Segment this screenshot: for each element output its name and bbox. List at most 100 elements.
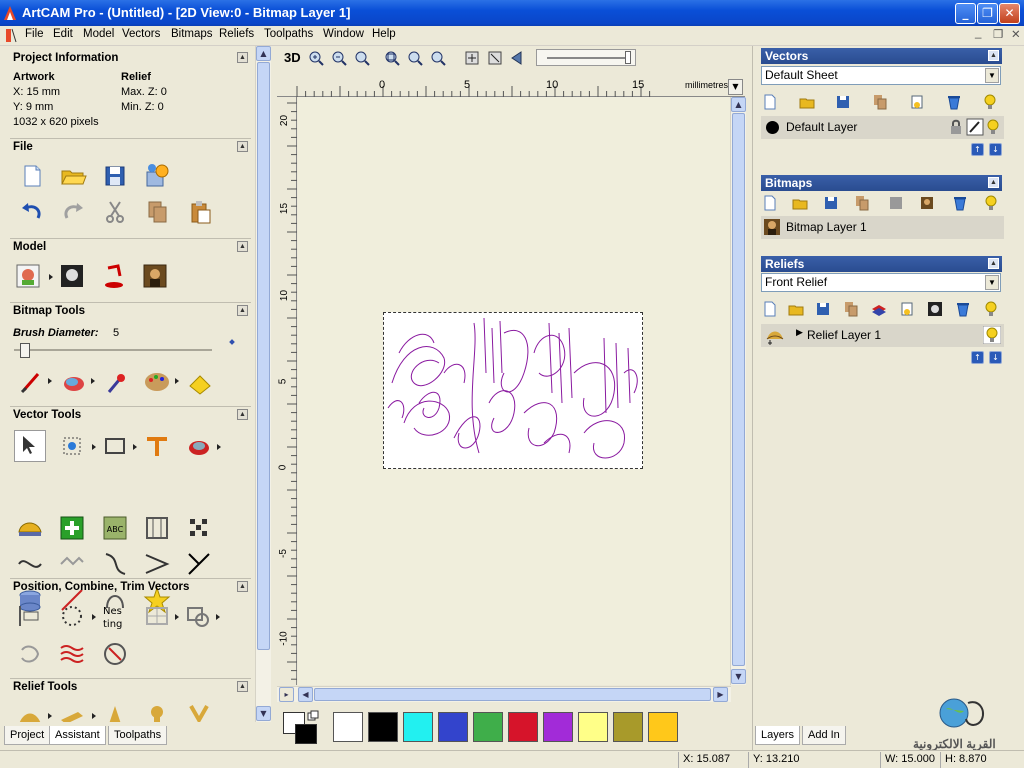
scroll-down-icon[interactable]: ▼	[256, 706, 271, 721]
document-icon[interactable]	[4, 28, 18, 43]
bitmap-tools-header[interactable]: Bitmap Tools ▲	[10, 302, 251, 319]
bitmap-fade-slider[interactable]	[536, 49, 636, 66]
layer-properties-icon[interactable]	[908, 93, 926, 111]
menu-bitmaps[interactable]: Bitmaps	[171, 28, 213, 40]
left-panel-scrollbar[interactable]: ▲ ▼	[255, 46, 271, 722]
scroll-thumb[interactable]	[314, 688, 711, 701]
relief-properties-icon[interactable]	[898, 300, 916, 318]
collapse-icon[interactable]: ▲	[237, 681, 248, 692]
flyout-arrow-icon[interactable]	[175, 614, 179, 620]
bitmap-grey-icon[interactable]	[58, 262, 86, 290]
delete-relief-icon[interactable]	[954, 300, 972, 318]
collapse-icon[interactable]: ▲	[237, 141, 248, 152]
scroll-up-icon[interactable]: ▲	[731, 97, 746, 112]
secondary-color-swatch[interactable]	[295, 724, 317, 744]
flyout-arrow-icon[interactable]	[48, 713, 52, 719]
new-file-icon[interactable]	[18, 162, 46, 190]
grid-vector-icon[interactable]	[143, 514, 171, 542]
scroll-left-icon[interactable]: ◀	[298, 687, 313, 702]
chevron-down-icon[interactable]: ▼	[985, 275, 999, 290]
palette-swatch[interactable]	[333, 712, 363, 742]
relief-layers-icon[interactable]	[870, 300, 888, 318]
visibility-bulb-icon[interactable]	[983, 326, 1001, 344]
lightbulb-icon[interactable]	[981, 93, 999, 111]
relief-tools-header[interactable]: Relief Tools ▲	[10, 678, 251, 695]
move-relief-up-icon[interactable]: ↑	[971, 351, 984, 364]
weld-icon[interactable]	[143, 602, 171, 630]
flyout-arrow-icon[interactable]	[49, 274, 53, 280]
palette-swatch[interactable]	[508, 712, 538, 742]
paint-brush-icon[interactable]	[18, 368, 46, 396]
bezier-icon[interactable]	[101, 550, 129, 578]
text-icon[interactable]	[143, 432, 171, 460]
open-bitmap-icon[interactable]	[791, 194, 809, 212]
vector-layer-row[interactable]: Default Layer	[761, 116, 1004, 139]
new-relief-icon[interactable]	[761, 300, 779, 318]
fade-slider-thumb[interactable]	[625, 51, 631, 64]
menu-edit[interactable]: Edit	[53, 28, 73, 40]
lock-icon[interactable]	[947, 118, 965, 136]
flyout-arrow-icon[interactable]	[217, 444, 221, 450]
zoom-extents-icon[interactable]	[383, 49, 401, 67]
flyout-arrow-icon[interactable]	[48, 378, 52, 384]
file-section-header[interactable]: File ▲	[10, 138, 251, 155]
scroll-thumb[interactable]	[732, 113, 745, 666]
extrude-relief-icon[interactable]	[58, 702, 86, 722]
vector-edit-icon[interactable]	[185, 432, 213, 460]
collapse-icon[interactable]: ▲	[988, 258, 999, 269]
palette-swatch[interactable]	[578, 712, 608, 742]
palette-swatch[interactable]	[648, 712, 678, 742]
texture-vector-icon[interactable]	[58, 640, 86, 668]
lightbulb-icon[interactable]	[982, 300, 1000, 318]
join-icon[interactable]	[143, 550, 171, 578]
redo-icon[interactable]	[59, 198, 87, 226]
new-layer-icon[interactable]	[761, 93, 779, 111]
project-wizard-icon[interactable]	[143, 162, 171, 190]
move-layer-up-icon[interactable]: ↑	[971, 143, 984, 156]
cut-icon[interactable]	[101, 198, 129, 226]
ruler-unit-dropdown-icon[interactable]: ▼	[728, 79, 743, 95]
grey-bitmap-icon[interactable]	[887, 194, 905, 212]
paste-icon[interactable]	[186, 198, 214, 226]
scroll-down-icon[interactable]: ▼	[731, 669, 746, 684]
relief-layer-row[interactable]: ▶ Relief Layer 1	[761, 324, 1004, 347]
palette-swatch[interactable]	[613, 712, 643, 742]
collapse-icon[interactable]: ▲	[237, 305, 248, 316]
visibility-bulb-icon[interactable]	[984, 118, 1002, 136]
add-node-icon[interactable]	[58, 514, 86, 542]
flyout-arrow-icon[interactable]	[133, 444, 137, 450]
bitmap-properties-icon[interactable]	[918, 194, 936, 212]
combine-icon[interactable]	[184, 602, 212, 630]
move-layer-down-icon[interactable]: ↓	[989, 143, 1002, 156]
rectangle-icon[interactable]	[101, 432, 129, 460]
save-relief-icon[interactable]	[814, 300, 832, 318]
vector-tools-header[interactable]: Vector Tools ▲	[10, 406, 251, 423]
copy-icon[interactable]	[143, 198, 171, 226]
flood-fill-icon[interactable]	[60, 368, 88, 396]
maximize-button[interactable]: ❐	[977, 3, 998, 24]
mdi-minimize-button[interactable]: _	[975, 27, 981, 39]
flyout-arrow-icon[interactable]	[92, 713, 96, 719]
trim-icon[interactable]	[185, 550, 213, 578]
smooth-vector-icon[interactable]	[16, 550, 44, 578]
palette-swatch[interactable]	[473, 712, 503, 742]
collapse-icon[interactable]: ▲	[237, 52, 248, 63]
mdi-restore-button[interactable]: ❐	[993, 27, 1003, 41]
layer-color-icon[interactable]	[766, 121, 779, 134]
link-icon[interactable]	[16, 640, 44, 668]
abc-text-icon[interactable]: ABC	[101, 514, 129, 542]
relief-shape-icon[interactable]	[16, 702, 44, 722]
model-section-header[interactable]: Model ▲	[10, 238, 251, 255]
open-layer-icon[interactable]	[798, 93, 816, 111]
menu-vectors[interactable]: Vectors	[122, 28, 160, 40]
brush-slider-track[interactable]	[14, 349, 212, 351]
helmet-icon[interactable]	[16, 514, 44, 542]
palette-swatch[interactable]	[403, 712, 433, 742]
flyout-arrow-icon[interactable]	[175, 378, 179, 384]
canvas-horizontal-scrollbar[interactable]: ▸ ◀ ▶	[277, 686, 731, 702]
swap-colors-icon[interactable]	[307, 710, 319, 722]
flyout-arrow-icon[interactable]	[216, 614, 220, 620]
nodes-icon[interactable]	[185, 514, 213, 542]
copy-along-icon[interactable]	[58, 602, 86, 630]
collapse-icon[interactable]: ▲	[237, 241, 248, 252]
